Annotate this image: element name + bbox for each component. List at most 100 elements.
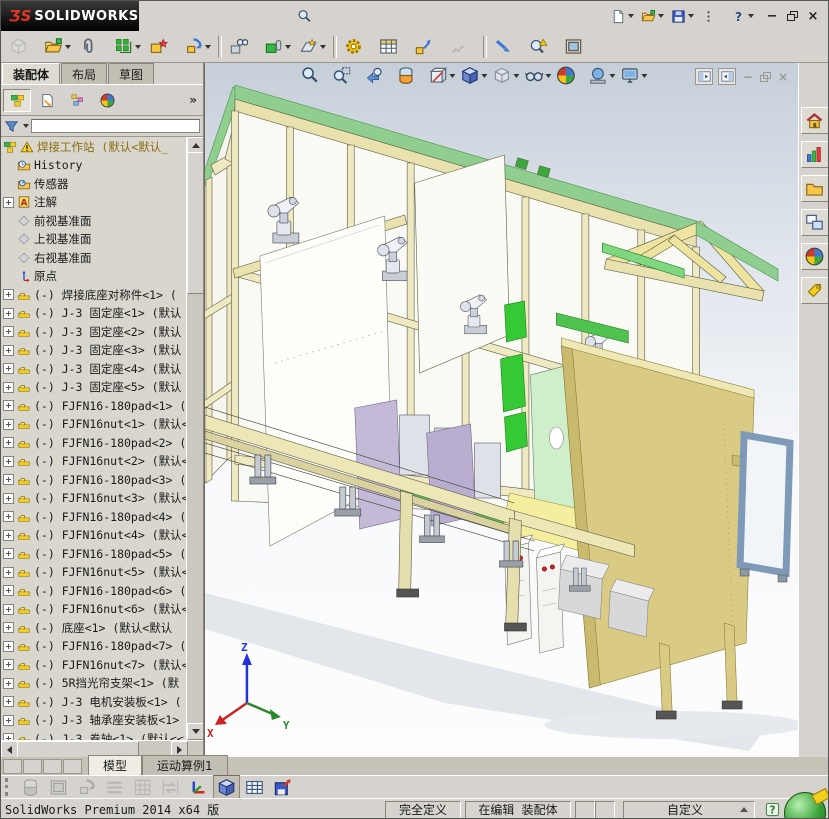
- tree-item[interactable]: (-) FJFN16nut<3> (默认<: [1, 489, 187, 508]
- new-document-button[interactable]: [608, 7, 637, 26]
- scroll-down-button[interactable]: [187, 723, 203, 740]
- hide-show-items-button[interactable]: [522, 65, 553, 86]
- toolbar-grip[interactable]: [5, 778, 11, 796]
- tree-item[interactable]: (-) J-3 固定座<2> (默认: [1, 323, 187, 342]
- expand-toggle[interactable]: [3, 603, 14, 615]
- expand-toggle[interactable]: [3, 696, 14, 708]
- tree-item[interactable]: (-) 焊接底座对称件<1> (: [1, 286, 187, 305]
- menu-item[interactable]: [275, 13, 291, 19]
- tree-item[interactable]: (-) FJFN16-180pad<5> (默: [1, 545, 187, 564]
- expand-toggle[interactable]: [3, 474, 14, 486]
- quick-tip-help-icon[interactable]: [765, 802, 780, 817]
- menu-item[interactable]: [239, 13, 255, 19]
- explode-line-sketch-button[interactable]: [445, 34, 480, 59]
- filter-funnel-icon[interactable]: [4, 119, 19, 134]
- graphics-area[interactable]: Z X Y − ×: [204, 63, 798, 757]
- expand-toggle[interactable]: [3, 492, 14, 504]
- view-orientation-button[interactable]: [458, 65, 489, 86]
- scroll-left-button[interactable]: [1, 741, 18, 758]
- new-motion-study-button[interactable]: [340, 34, 375, 59]
- tree-item[interactable]: (-) J-3 电机安装板<1> (: [1, 693, 187, 712]
- tree-item[interactable]: 原点: [1, 267, 187, 286]
- reference-geometry-button[interactable]: [295, 34, 330, 59]
- tree-item[interactable]: (-) FJFN16nut<2> (默认<: [1, 452, 187, 471]
- tree-item[interactable]: (-) FJFN16nut<7> (默认<: [1, 656, 187, 675]
- toolbar-overflow-button[interactable]: [698, 7, 727, 26]
- expand-toggle[interactable]: [3, 511, 14, 523]
- apply-scene-button[interactable]: [586, 65, 617, 86]
- tab-nav-button[interactable]: [63, 759, 82, 774]
- section-view-button[interactable]: [394, 65, 425, 86]
- exploded-view-button[interactable]: [410, 34, 445, 59]
- file-explorer-tab[interactable]: [800, 175, 828, 202]
- tab-sketch[interactable]: 草图: [108, 63, 155, 84]
- tree-item[interactable]: (-) J-3 固定座<1> (默认: [1, 304, 187, 323]
- menu-item[interactable]: [221, 13, 237, 19]
- expand-toggle[interactable]: [3, 381, 14, 393]
- grid-tool-icon[interactable]: [129, 775, 156, 800]
- expand-toggle[interactable]: [3, 344, 14, 356]
- interference-detection-button[interactable]: [490, 34, 525, 59]
- tree-item[interactable]: (-) FJFN16-180pad<6> (默: [1, 582, 187, 601]
- collapse-right-pane-button[interactable]: [718, 68, 736, 85]
- smart-fasteners-button[interactable]: [145, 34, 180, 59]
- expand-toggle[interactable]: [3, 566, 14, 578]
- show-hidden-components-button[interactable]: [225, 34, 260, 59]
- expand-toggle[interactable]: [3, 326, 14, 338]
- tree-item[interactable]: (-) J-3 固定座<4> (默认: [1, 360, 187, 379]
- tree-item[interactable]: (-) FJFN16-180pad<1> (默: [1, 397, 187, 416]
- previous-view-button[interactable]: [362, 65, 393, 86]
- zoom-area-button[interactable]: [330, 65, 361, 86]
- tab-nav-button[interactable]: [23, 759, 42, 774]
- expand-toggle[interactable]: [3, 640, 14, 652]
- propertymanager-tab[interactable]: [33, 89, 61, 112]
- edit-appearance-button[interactable]: [554, 65, 585, 86]
- expand-toggle[interactable]: [3, 585, 14, 597]
- tree-item[interactable]: 传感器: [1, 175, 187, 194]
- doc-restore-button[interactable]: [760, 71, 771, 82]
- menu-item[interactable]: [203, 13, 219, 19]
- zoom-fit-button[interactable]: [298, 65, 329, 86]
- tab-layout[interactable]: 布局: [61, 63, 108, 84]
- annotation-view-button[interactable]: [426, 65, 457, 86]
- expand-toggle[interactable]: [3, 622, 14, 634]
- texture-tool-icon[interactable]: [17, 775, 44, 800]
- expand-toggle[interactable]: [3, 548, 14, 560]
- tree-item[interactable]: 前视基准面: [1, 212, 187, 231]
- tree-item[interactable]: (-) FJFN16nut<5> (默认<: [1, 563, 187, 582]
- tree-item[interactable]: (-) 5R挡光帘支架<1> (默: [1, 674, 187, 693]
- insert-components-button[interactable]: [40, 34, 75, 59]
- tree-item[interactable]: (-) J-3 固定座<3> (默认: [1, 341, 187, 360]
- reference-triad-button[interactable]: [185, 775, 212, 800]
- configurationmanager-tab[interactable]: [63, 89, 91, 112]
- expand-toggle[interactable]: [3, 289, 14, 301]
- search-icon[interactable]: [297, 9, 312, 24]
- shaded-view-button[interactable]: [213, 774, 240, 800]
- design-table-button[interactable]: [241, 775, 268, 800]
- doc-close-button[interactable]: ×: [776, 70, 790, 84]
- assembly-features-button[interactable]: [260, 34, 295, 59]
- doc-minimize-button[interactable]: −: [741, 70, 755, 84]
- mate-button[interactable]: [75, 34, 110, 59]
- tree-item[interactable]: 上视基准面: [1, 230, 187, 249]
- expand-toggle[interactable]: [3, 677, 14, 689]
- restore-button[interactable]: [787, 11, 798, 21]
- status-custom-dropdown[interactable]: 自定义: [623, 800, 755, 818]
- panel-expand-chevron[interactable]: »: [189, 93, 197, 107]
- expand-toggle[interactable]: [3, 529, 14, 541]
- featuremanager-tab[interactable]: [3, 88, 31, 112]
- tree-item[interactable]: History: [1, 156, 187, 175]
- rotate-tool-icon[interactable]: [73, 775, 100, 800]
- tree-item[interactable]: 注解: [1, 193, 187, 212]
- filter-caret-icon[interactable]: [23, 124, 29, 128]
- tab-nav-button[interactable]: [43, 759, 62, 774]
- expand-toggle[interactable]: [3, 659, 14, 671]
- line-style-tool-icon[interactable]: [101, 775, 128, 800]
- view-settings-button[interactable]: [618, 65, 649, 86]
- help-button[interactable]: [728, 7, 757, 26]
- display-style-button[interactable]: [490, 65, 521, 86]
- tab-nav-button[interactable]: [3, 759, 22, 774]
- menu-item[interactable]: [257, 13, 273, 19]
- close-button[interactable]: ×: [804, 9, 822, 24]
- bill-of-materials-button[interactable]: [375, 34, 410, 59]
